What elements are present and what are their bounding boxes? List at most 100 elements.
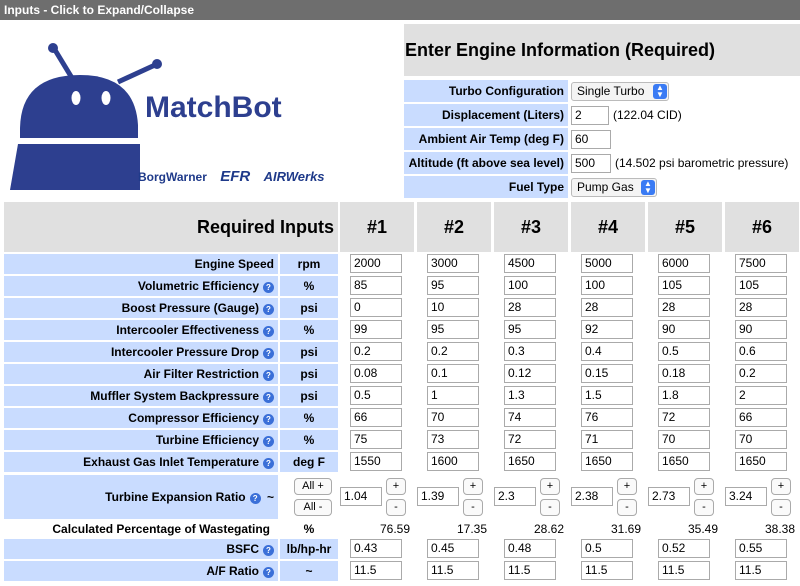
value-input[interactable]: 0.08: [350, 364, 402, 383]
value-input[interactable]: 72: [504, 430, 556, 449]
afr-input[interactable]: 11.5: [735, 561, 787, 580]
info-icon[interactable]: ?: [263, 304, 274, 315]
value-input[interactable]: 0.2: [735, 364, 787, 383]
expansion-ratio-input[interactable]: 2.38: [571, 487, 613, 506]
value-input[interactable]: 1550: [350, 452, 402, 471]
info-icon[interactable]: ?: [263, 414, 274, 425]
value-input[interactable]: 76: [581, 408, 633, 427]
value-input[interactable]: 7500: [735, 254, 787, 273]
value-input[interactable]: 0.1: [427, 364, 479, 383]
value-input[interactable]: 0.2: [427, 342, 479, 361]
info-icon[interactable]: ?: [263, 282, 274, 293]
value-input[interactable]: 1.8: [658, 386, 710, 405]
value-input[interactable]: 28: [504, 298, 556, 317]
value-input[interactable]: 0.5: [350, 386, 402, 405]
value-input[interactable]: 2: [735, 386, 787, 405]
increment-button[interactable]: +: [617, 478, 637, 495]
info-icon[interactable]: ?: [263, 392, 274, 403]
value-input[interactable]: 70: [735, 430, 787, 449]
value-input[interactable]: 73: [427, 430, 479, 449]
expansion-ratio-input[interactable]: 3.24: [725, 487, 767, 506]
increment-button[interactable]: +: [463, 478, 483, 495]
value-input[interactable]: 70: [427, 408, 479, 427]
value-input[interactable]: 1: [427, 386, 479, 405]
decrement-button[interactable]: -: [386, 499, 406, 516]
info-icon[interactable]: ?: [249, 493, 261, 504]
value-input[interactable]: 0.3: [504, 342, 556, 361]
increment-button[interactable]: +: [694, 478, 714, 495]
value-input[interactable]: 0.18: [658, 364, 710, 383]
bsfc-input[interactable]: 0.45: [427, 539, 479, 558]
value-input[interactable]: 95: [427, 276, 479, 295]
info-icon[interactable]: ?: [263, 436, 274, 447]
value-input[interactable]: 28: [658, 298, 710, 317]
value-input[interactable]: 95: [504, 320, 556, 339]
value-input[interactable]: 6000: [658, 254, 710, 273]
value-input[interactable]: 95: [427, 320, 479, 339]
value-input[interactable]: 1600: [427, 452, 479, 471]
expansion-ratio-input[interactable]: 2.73: [648, 487, 690, 506]
expansion-ratio-input[interactable]: 2.3: [494, 487, 536, 506]
value-input[interactable]: 100: [581, 276, 633, 295]
info-icon[interactable]: ?: [263, 545, 274, 556]
value-input[interactable]: 71: [581, 430, 633, 449]
value-input[interactable]: 28: [735, 298, 787, 317]
increment-button[interactable]: +: [771, 478, 791, 495]
displacement-input[interactable]: 2: [571, 105, 609, 125]
value-input[interactable]: 92: [581, 320, 633, 339]
value-input[interactable]: 1650: [581, 452, 633, 471]
value-input[interactable]: 10: [427, 298, 479, 317]
info-icon[interactable]: ?: [263, 326, 274, 337]
expansion-ratio-input[interactable]: 1.04: [340, 487, 382, 506]
decrement-button[interactable]: -: [540, 499, 560, 516]
value-input[interactable]: 74: [504, 408, 556, 427]
value-input[interactable]: 66: [735, 408, 787, 427]
bsfc-input[interactable]: 0.5: [581, 539, 633, 558]
value-input[interactable]: 0.12: [504, 364, 556, 383]
value-input[interactable]: 66: [350, 408, 402, 427]
afr-input[interactable]: 11.5: [581, 561, 633, 580]
bsfc-input[interactable]: 0.43: [350, 539, 402, 558]
value-input[interactable]: 70: [658, 430, 710, 449]
increment-button[interactable]: +: [540, 478, 560, 495]
value-input[interactable]: 99: [350, 320, 402, 339]
decrement-button[interactable]: -: [771, 499, 791, 516]
fuel-type-select[interactable]: Pump Gas ▲ ▼: [571, 177, 657, 197]
info-icon[interactable]: ?: [263, 567, 274, 578]
turbo-config-select[interactable]: Single Turbo ▲ ▼: [571, 81, 669, 101]
value-input[interactable]: 105: [735, 276, 787, 295]
info-icon[interactable]: ?: [263, 348, 274, 359]
value-input[interactable]: 1650: [504, 452, 556, 471]
value-input[interactable]: 2000: [350, 254, 402, 273]
afr-input[interactable]: 11.5: [350, 561, 402, 580]
value-input[interactable]: 75: [350, 430, 402, 449]
value-input[interactable]: 3000: [427, 254, 479, 273]
value-input[interactable]: 90: [735, 320, 787, 339]
all-minus-button[interactable]: All -: [294, 499, 332, 516]
afr-input[interactable]: 11.5: [427, 561, 479, 580]
value-input[interactable]: 85: [350, 276, 402, 295]
info-icon[interactable]: ?: [263, 458, 274, 469]
info-icon[interactable]: ?: [263, 370, 274, 381]
value-input[interactable]: 0.15: [581, 364, 633, 383]
value-input[interactable]: 0.5: [658, 342, 710, 361]
increment-button[interactable]: +: [386, 478, 406, 495]
bsfc-input[interactable]: 0.55: [735, 539, 787, 558]
value-input[interactable]: 1650: [735, 452, 787, 471]
value-input[interactable]: 0.4: [581, 342, 633, 361]
expansion-ratio-input[interactable]: 1.39: [417, 487, 459, 506]
all-plus-button[interactable]: All +: [294, 478, 332, 495]
ambient-temp-input[interactable]: 60: [571, 129, 611, 149]
bsfc-input[interactable]: 0.48: [504, 539, 556, 558]
bsfc-input[interactable]: 0.52: [658, 539, 710, 558]
afr-input[interactable]: 11.5: [658, 561, 710, 580]
value-input[interactable]: 1.3: [504, 386, 556, 405]
afr-input[interactable]: 11.5: [504, 561, 556, 580]
value-input[interactable]: 0.2: [350, 342, 402, 361]
value-input[interactable]: 90: [658, 320, 710, 339]
decrement-button[interactable]: -: [694, 499, 714, 516]
value-input[interactable]: 5000: [581, 254, 633, 273]
inputs-toggle-bar[interactable]: Inputs - Click to Expand/Collapse: [0, 0, 800, 20]
value-input[interactable]: 105: [658, 276, 710, 295]
value-input[interactable]: 28: [581, 298, 633, 317]
